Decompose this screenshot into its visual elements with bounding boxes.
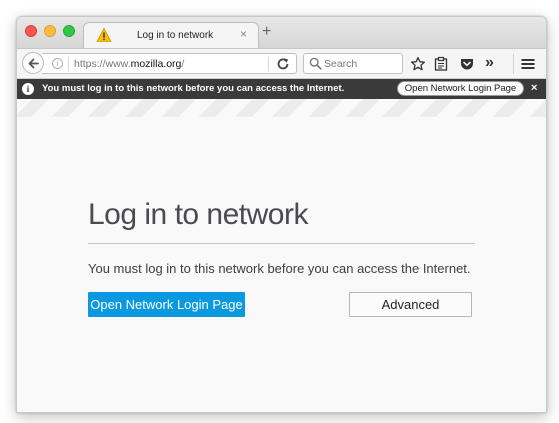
toolbar-separator [513,54,514,74]
info-icon[interactable]: i [52,58,63,69]
url-bar[interactable]: i https://www.mozilla.org/ [42,53,297,74]
url-text[interactable]: https://www.mozilla.org/ [74,58,184,70]
title-divider [88,243,475,244]
url-prefix: https://www. [74,58,131,70]
new-tab-button[interactable]: + [262,24,271,40]
open-network-login-page-button[interactable]: Open Network Login Page [88,292,245,317]
captive-portal-notification-bar: i You must log in to this network before… [17,79,546,99]
window-close-button[interactable] [25,25,37,37]
notification-info-icon: i [22,83,34,95]
reader-view-icon[interactable] [433,56,449,72]
navigation-toolbar: i https://www.mozilla.org/ Search » [17,48,546,79]
browser-window: Log in to network × + i https://www.mozi… [16,16,547,413]
window-minimize-button[interactable] [44,25,56,37]
tab-close-icon[interactable]: × [240,27,247,41]
tab-title: Log in to network [137,30,214,41]
back-button[interactable] [22,52,44,74]
striped-banner [17,99,546,117]
bookmark-star-icon[interactable] [410,56,426,72]
notification-open-login-button[interactable]: Open Network Login Page [397,81,524,96]
tab-log-in-to-network[interactable]: Log in to network × [83,22,259,49]
url-separator [68,57,69,71]
search-icon [309,57,322,70]
notification-close-icon[interactable]: × [531,82,537,95]
notification-message: You must log in to this network before y… [42,83,345,94]
search-input[interactable] [324,55,400,72]
advanced-button[interactable]: Advanced [349,292,472,317]
url-suffix: / [181,58,185,70]
search-bar[interactable] [303,53,403,74]
reload-separator [268,57,269,71]
url-domain: mozilla.org [130,58,182,70]
page-title: Log in to network [88,198,308,231]
page-description: You must log in to this network before y… [88,261,471,276]
tab-strip: Log in to network × + [17,17,546,49]
pocket-icon[interactable] [459,56,475,72]
hamburger-menu-icon[interactable] [520,56,536,72]
page-content: Log in to network You must log in to thi… [17,117,546,412]
reload-icon[interactable] [276,57,290,71]
window-maximize-button[interactable] [63,25,75,37]
overflow-chevron-icon[interactable]: » [485,53,501,71]
warning-icon [96,28,112,42]
back-arrow-icon [28,58,39,69]
